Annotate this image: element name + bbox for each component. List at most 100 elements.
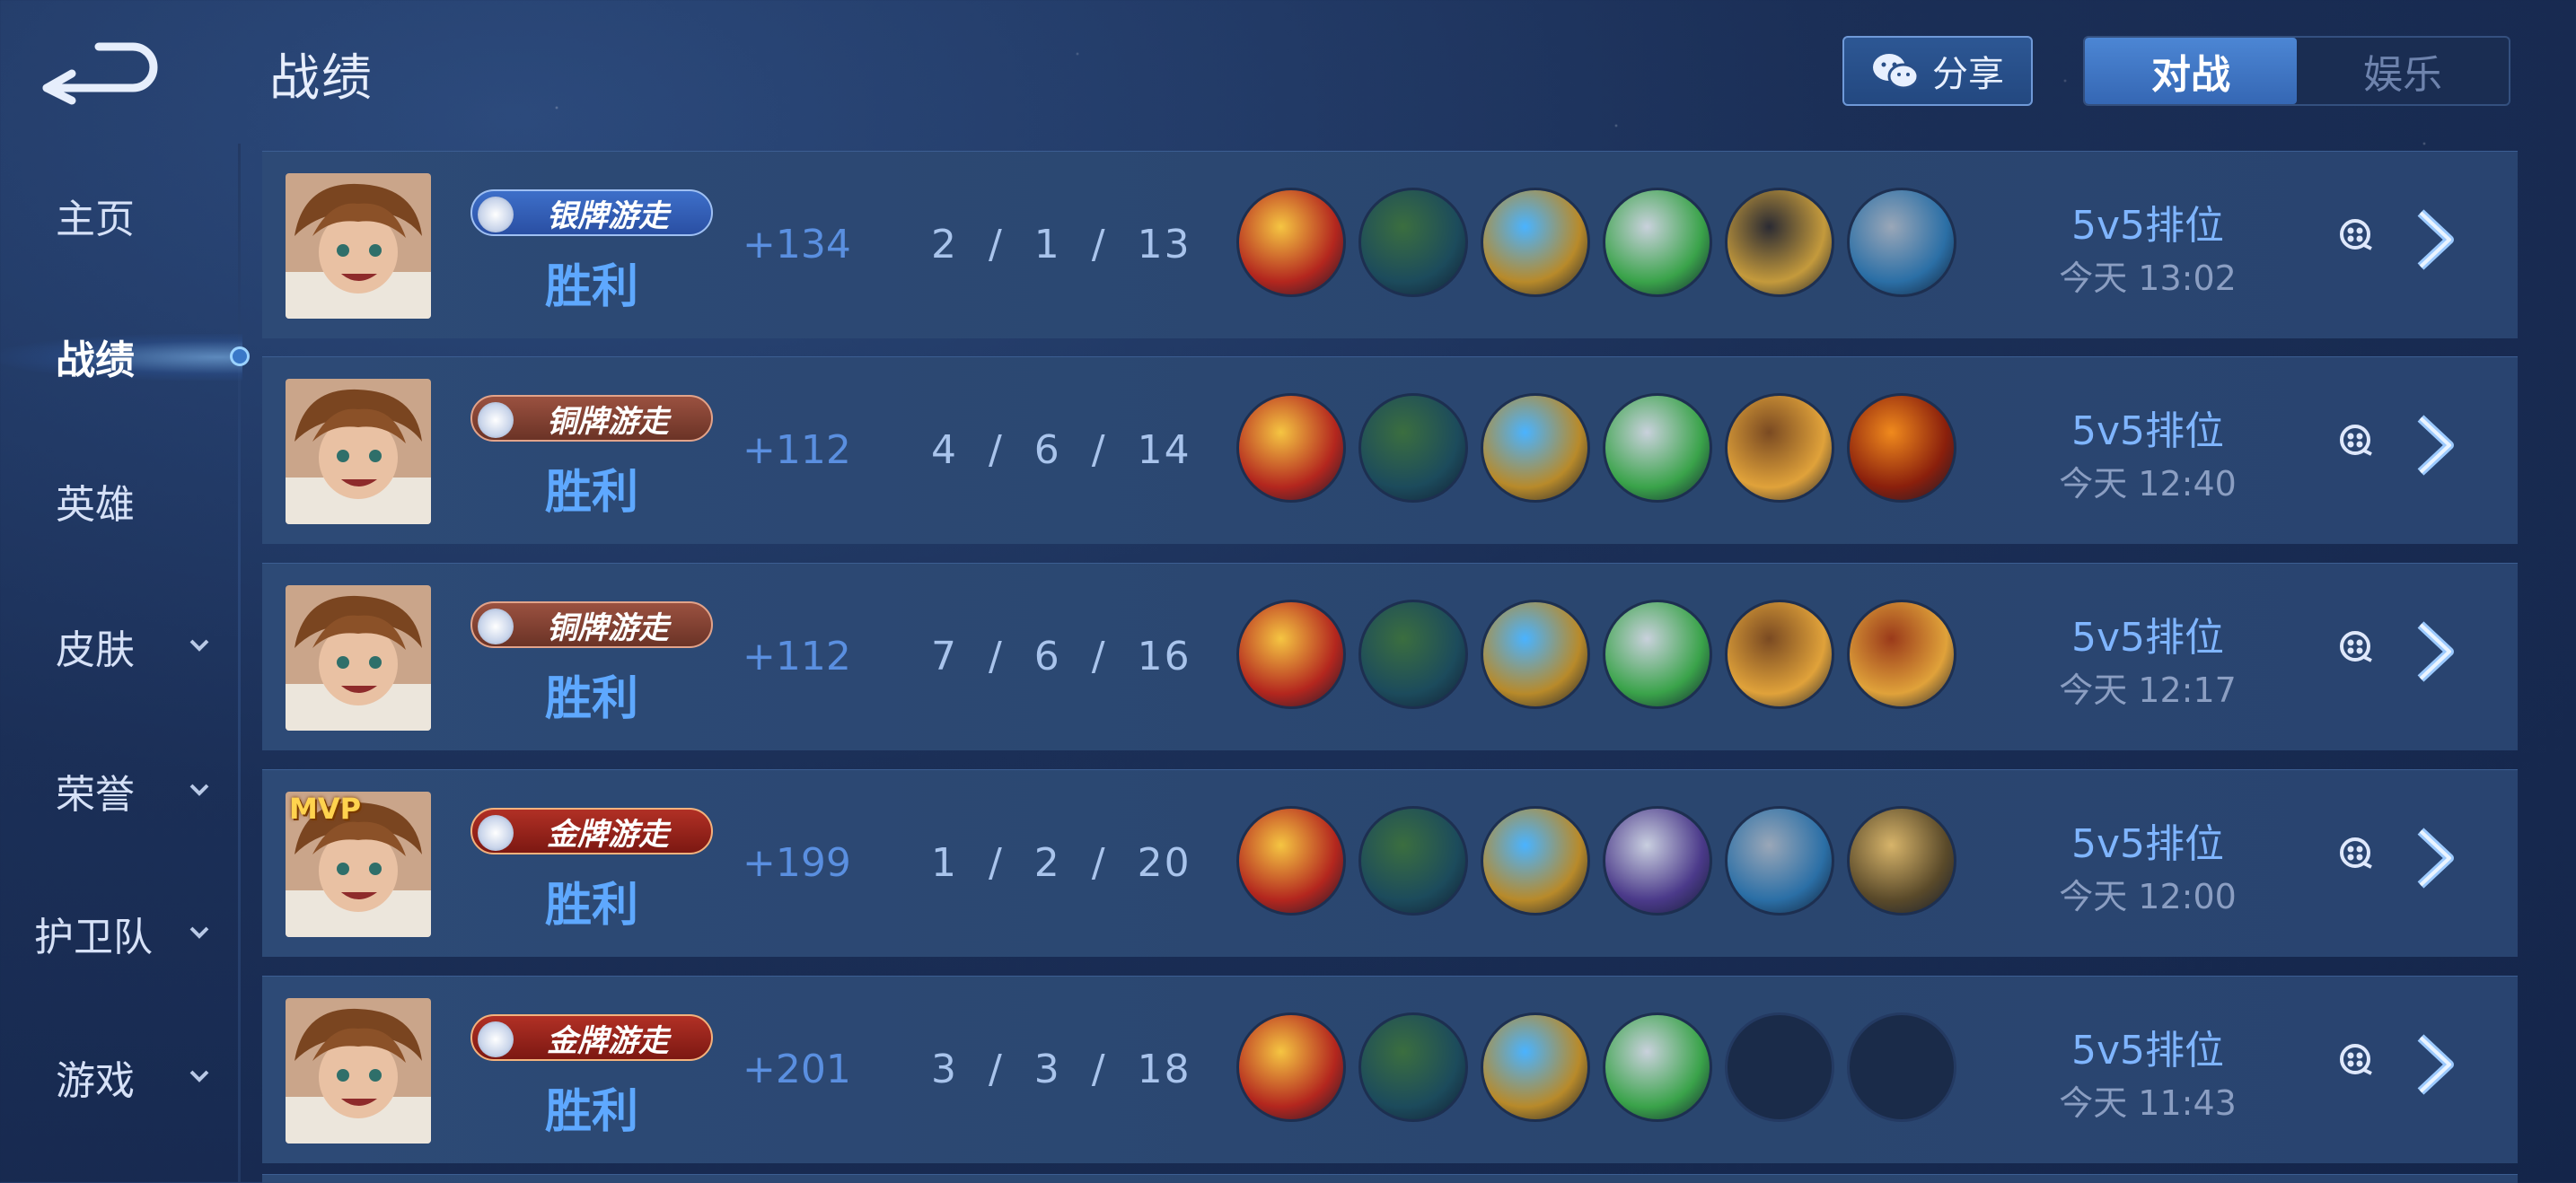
kda-text: 2 / 1 / 13 — [931, 222, 1191, 267]
equipment-list — [1236, 806, 1956, 916]
sidebar-item-label: 皮肤 — [56, 627, 135, 673]
item-icon — [1847, 393, 1956, 503]
replay-icon[interactable] — [2337, 835, 2373, 871]
rank-score-change: +112 — [743, 427, 851, 473]
sidebar-item-skins[interactable]: 皮肤 — [0, 606, 233, 687]
empty-item-slot — [1847, 1012, 1956, 1122]
match-row[interactable]: 银牌游走 胜利 +134 2 / 1 / 13 5v5排位 今天 13:02 — [262, 151, 2518, 338]
match-time: 今天 11:43 — [2059, 1083, 2237, 1123]
match-result: 胜利 — [544, 260, 638, 314]
item-icon — [1481, 600, 1590, 709]
item-icon — [1358, 806, 1468, 916]
replay-icon[interactable] — [2337, 628, 2373, 664]
chevron-right-icon[interactable] — [2410, 1030, 2464, 1099]
replay-icon[interactable] — [2337, 1041, 2373, 1077]
rank-emblem-icon — [478, 402, 514, 438]
sidebar-item-label: 护卫队 — [34, 915, 153, 960]
item-icon — [1358, 188, 1468, 297]
tab-battle[interactable]: 对战 — [2085, 38, 2297, 104]
item-icon — [1725, 600, 1834, 709]
sidebar-item-label: 游戏 — [56, 1058, 135, 1104]
item-icon — [1358, 600, 1468, 709]
match-row[interactable]: 金牌游走 胜利 +201 3 / 3 / 18 5v5排位 今天 11:43 — [262, 976, 2518, 1163]
kda-text: 4 / 6 / 14 — [931, 427, 1191, 473]
hero-portrait — [286, 379, 431, 524]
match-result: 胜利 — [544, 466, 638, 520]
sidebar-item-label: 主页 — [56, 197, 135, 242]
chevron-right-icon[interactable] — [2410, 206, 2464, 274]
item-icon — [1725, 806, 1834, 916]
kda-text: 1 / 2 / 20 — [931, 840, 1191, 886]
match-result: 胜利 — [544, 672, 638, 726]
sidebar-item-label: 英雄 — [56, 482, 135, 528]
item-icon — [1236, 600, 1346, 709]
item-icon — [1236, 1012, 1346, 1122]
sidebar-item-records[interactable]: 战绩 — [0, 316, 233, 397]
item-icon — [1603, 806, 1712, 916]
item-icon — [1236, 806, 1346, 916]
position-badge: 铜牌游走 — [470, 601, 713, 648]
item-icon — [1603, 1012, 1712, 1122]
game-mode: 5v5排位 — [2070, 821, 2225, 867]
hero-portrait — [286, 585, 431, 731]
sidebar-item-label: 荣誉 — [56, 772, 135, 818]
rank-emblem-icon — [478, 609, 514, 644]
hero-avatar — [286, 585, 431, 731]
badge-label: 银牌游走 — [547, 197, 669, 234]
rank-emblem-icon — [478, 197, 514, 232]
item-icon — [1725, 188, 1834, 297]
match-result: 胜利 — [544, 1085, 638, 1139]
position-badge: 铜牌游走 — [470, 395, 713, 442]
item-icon — [1847, 188, 1956, 297]
sidebar-item-heroes[interactable]: 英雄 — [0, 460, 233, 541]
kda-text: 3 / 3 / 18 — [931, 1047, 1191, 1092]
hero-portrait — [286, 998, 431, 1144]
match-row[interactable]: 铜牌游走 胜利 +112 4 / 6 / 14 5v5排位 今天 12:40 — [262, 356, 2518, 544]
sidebar-item-honors[interactable]: 荣誉 — [0, 750, 233, 831]
sidebar-divider — [238, 144, 241, 1182]
match-time: 今天 12:00 — [2059, 877, 2237, 916]
match-time: 今天 12:17 — [2059, 670, 2237, 710]
mvp-label: MVP — [289, 792, 362, 826]
badge-label: 铜牌游走 — [547, 609, 669, 646]
match-time: 今天 13:02 — [2059, 259, 2237, 298]
chevron-right-icon[interactable] — [2410, 824, 2464, 892]
badge-label: 金牌游走 — [547, 1022, 669, 1059]
game-mode: 5v5排位 — [2070, 1028, 2225, 1073]
chevron-down-icon — [189, 1070, 209, 1082]
item-icon — [1847, 806, 1956, 916]
share-button[interactable]: 分享 — [1842, 36, 2033, 106]
replay-icon[interactable] — [2337, 216, 2373, 252]
game-mode: 5v5排位 — [2070, 615, 2225, 661]
chevron-down-icon — [189, 639, 209, 652]
equipment-list — [1236, 600, 1956, 709]
chevron-right-icon[interactable] — [2410, 411, 2464, 479]
hero-portrait — [286, 173, 431, 319]
item-icon — [1481, 1012, 1590, 1122]
back-arrow-icon — [42, 42, 158, 105]
match-time: 今天 12:40 — [2059, 464, 2237, 504]
sidebar-item-games[interactable]: 游戏 — [0, 1037, 233, 1117]
item-icon — [1847, 600, 1956, 709]
match-row[interactable]: MVP 金牌游走 胜利 +199 1 / 2 / 20 5v5排位 今天 12:… — [262, 769, 2518, 957]
item-icon — [1481, 393, 1590, 503]
position-badge: 金牌游走 — [470, 1014, 713, 1061]
match-result: 胜利 — [544, 879, 638, 933]
match-row[interactable]: 铜牌游走 胜利 +112 7 / 6 / 16 5v5排位 今天 12:17 — [262, 563, 2518, 750]
replay-icon[interactable] — [2337, 422, 2373, 458]
chevron-right-icon[interactable] — [2410, 618, 2464, 686]
back-button[interactable] — [36, 36, 162, 108]
chevron-down-icon — [189, 926, 209, 939]
game-mode: 5v5排位 — [2070, 203, 2225, 249]
sidebar-item-guard[interactable]: 护卫队 — [0, 893, 233, 974]
sidebar-item-home[interactable]: 主页 — [0, 175, 233, 256]
rank-score-change: +112 — [743, 634, 851, 679]
item-icon — [1603, 188, 1712, 297]
empty-item-slot — [1725, 1012, 1834, 1122]
hero-avatar — [286, 998, 431, 1144]
sidebar-item-label: 战绩 — [56, 337, 135, 383]
tab-entertainment[interactable]: 娱乐 — [2297, 38, 2509, 104]
mode-tabs: 对战 娱乐 — [2083, 36, 2510, 106]
equipment-list — [1236, 188, 1956, 297]
kda-text: 7 / 6 / 16 — [931, 634, 1191, 679]
